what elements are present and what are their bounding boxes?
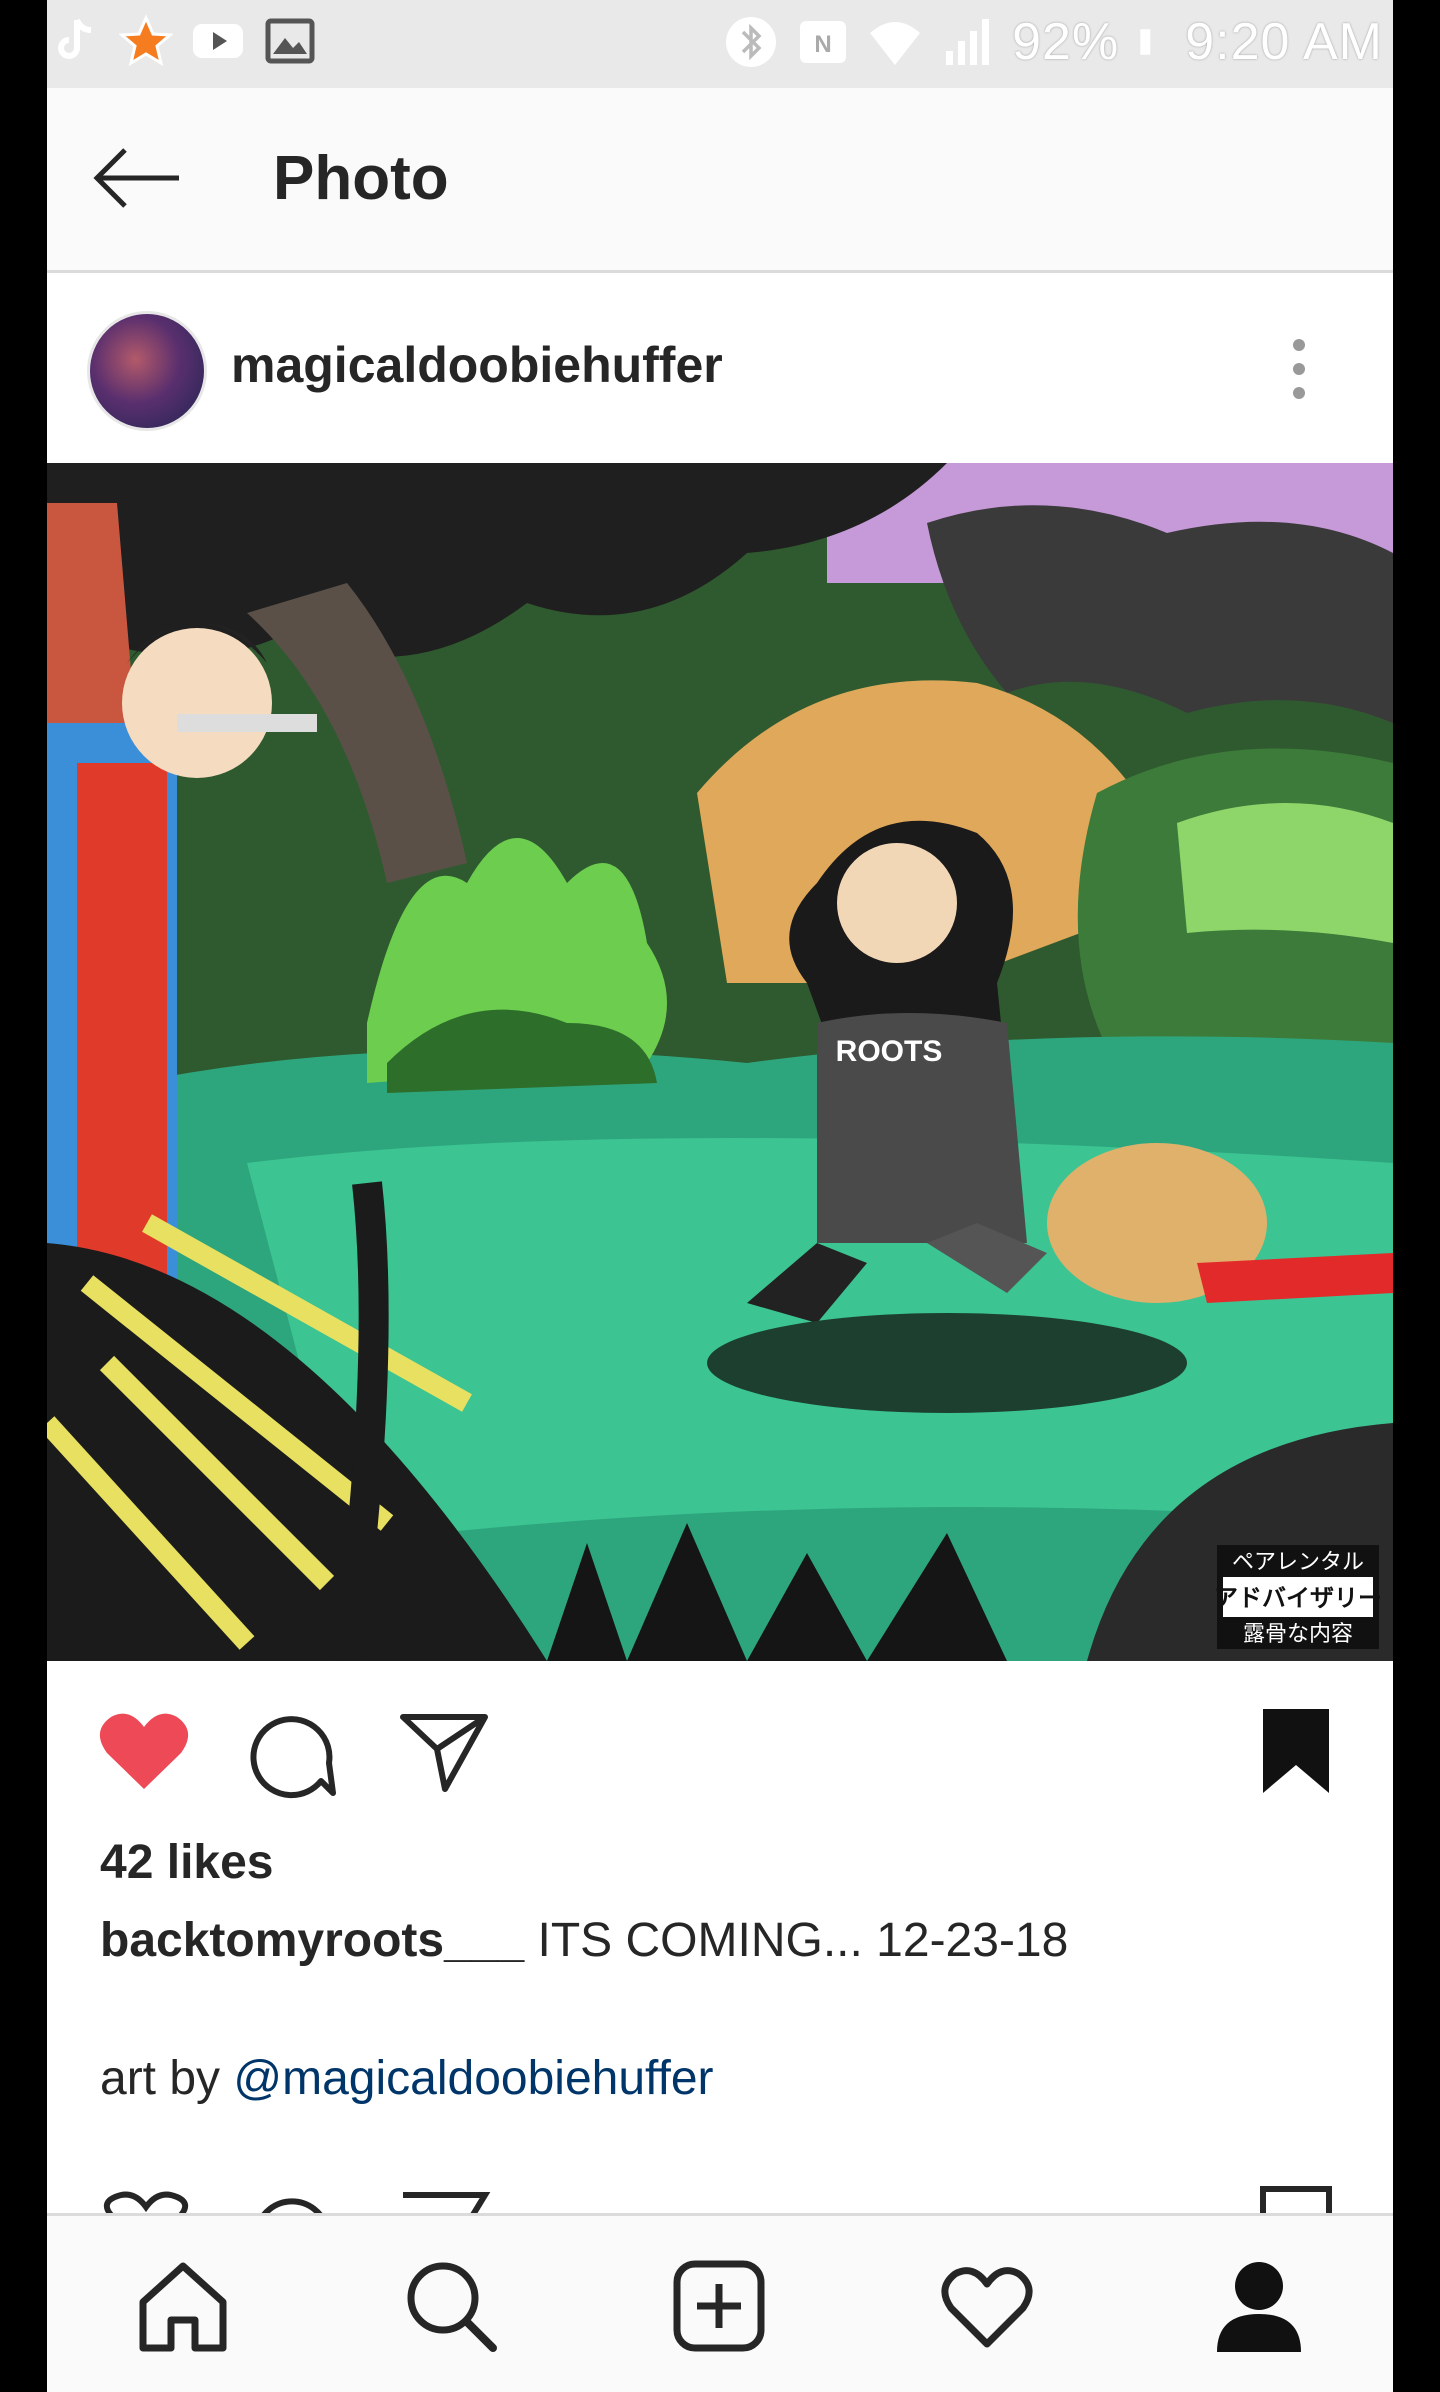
status-time: 9:20 AM xyxy=(1185,13,1383,71)
post-header: magicaldoobiehuffer xyxy=(47,273,1393,463)
post-username[interactable]: magicaldoobiehuffer xyxy=(231,336,723,394)
avatar[interactable] xyxy=(87,311,207,431)
back-arrow-icon[interactable] xyxy=(89,140,185,216)
parental-advisory-label: ペアレンタル アドバイザリー 露骨な内容 xyxy=(1214,1545,1382,1649)
heart-icon[interactable] xyxy=(97,1709,191,1793)
wifi-icon xyxy=(870,22,921,65)
star-icon xyxy=(119,14,173,67)
nfc-icon: N xyxy=(800,21,847,63)
svg-text:アドバイザリー: アドバイザリー xyxy=(1214,1584,1382,1612)
battery-icon xyxy=(1140,29,1151,55)
credit-prefix: art by xyxy=(100,2052,234,2105)
profile-icon[interactable] xyxy=(1209,2256,1309,2356)
top-app-bar: Photo xyxy=(47,88,1393,273)
share-icon[interactable] xyxy=(397,1711,491,1795)
bluetooth-icon xyxy=(726,17,777,67)
battery-percent: 92% xyxy=(1012,13,1120,71)
more-options-icon[interactable] xyxy=(1279,337,1319,401)
credit-mention-link[interactable]: @magicaldoobiehuffer xyxy=(233,2052,713,2105)
phone-screen: N 92% 9:20 AM Photo magicaldoobiehuffer … xyxy=(47,0,1393,2392)
search-icon[interactable] xyxy=(401,2256,501,2356)
svg-text:ペアレンタル: ペアレンタル xyxy=(1232,1550,1364,1575)
shirt-roots-text: ROOTS xyxy=(836,1035,943,1068)
activity-heart-icon[interactable] xyxy=(937,2256,1037,2356)
likes-count[interactable]: 42 likes xyxy=(100,1835,273,1890)
art-credit: art by @magicaldoobiehuffer xyxy=(100,2051,714,2106)
status-bar: N 92% 9:20 AM xyxy=(47,0,1393,88)
image-icon xyxy=(265,18,315,64)
post-photo[interactable]: ROOTS ペアレンタル アドバイザリー 露骨な内容 xyxy=(47,463,1393,1661)
caption-username[interactable]: backtomyroots___ xyxy=(100,1914,524,1967)
tiktok-icon xyxy=(58,18,92,59)
bottom-navigation xyxy=(47,2213,1393,2392)
post-actions-area: 42 likes backtomyroots___ ITS COMING... … xyxy=(47,1661,1393,2221)
page-title: Photo xyxy=(273,144,449,213)
new-post-icon[interactable] xyxy=(669,2256,769,2356)
caption-text: ITS COMING... 12-23-18 xyxy=(524,1914,1069,1967)
svg-text:N: N xyxy=(814,31,831,58)
home-icon[interactable] xyxy=(133,2256,233,2356)
youtube-icon xyxy=(193,24,243,58)
svg-text:露骨な内容: 露骨な内容 xyxy=(1243,1622,1353,1647)
post-caption: backtomyroots___ ITS COMING... 12-23-18 xyxy=(100,1913,1068,1968)
comment-icon[interactable] xyxy=(247,1709,337,1799)
signal-icon xyxy=(946,19,990,65)
bookmark-icon[interactable] xyxy=(1259,1705,1333,1797)
